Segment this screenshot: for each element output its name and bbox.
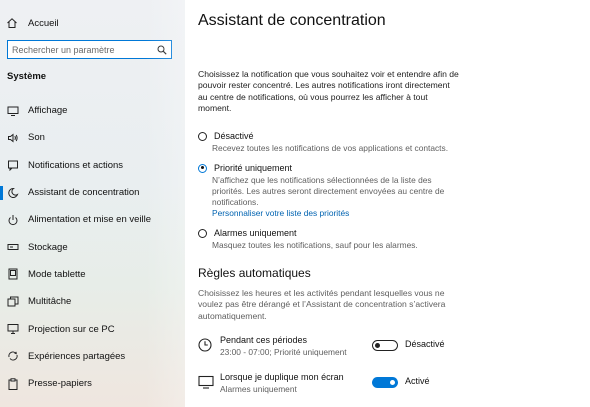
option-description: Recevez toutes les notifications de vos … xyxy=(212,143,449,153)
search-box[interactable] xyxy=(7,40,172,59)
automatic-rules-intro: Choisissez les heures et les activités p… xyxy=(198,288,446,321)
sidebar-item-storage[interactable]: Stockage xyxy=(0,233,185,260)
sidebar-item-notifications[interactable]: Notifications et actions xyxy=(0,152,185,179)
option-off[interactable]: Désactivé Recevez toutes les notificatio… xyxy=(198,131,457,154)
option-description: N’affichez que les notifications sélecti… xyxy=(212,175,445,207)
sidebar-nav: Affichage Son Notifications et actions A… xyxy=(0,97,185,397)
speaker-icon xyxy=(7,132,19,144)
rule-during-these-times[interactable]: Pendant ces périodes 23:00 - 07:00; Prio… xyxy=(198,335,578,361)
sidebar-item-label: Notifications et actions xyxy=(28,159,124,171)
sidebar-item-tablet-mode[interactable]: Mode tablette xyxy=(0,261,185,288)
power-icon xyxy=(7,214,19,226)
automatic-rules-heading: Règles automatiques xyxy=(198,266,311,280)
sidebar-item-focus-assist[interactable]: Assistant de concentration xyxy=(0,179,185,206)
home-nav-item[interactable]: Accueil xyxy=(6,13,59,33)
sidebar: Accueil Système Affichage Son xyxy=(0,0,185,407)
moon-icon xyxy=(7,187,19,199)
sidebar-section-title: Système xyxy=(7,71,47,82)
sidebar-item-sound[interactable]: Son xyxy=(0,124,185,151)
rule-duplicating-display[interactable]: Lorsque je duplique mon écran Alarmes un… xyxy=(198,372,578,398)
sidebar-item-label: Expériences partagées xyxy=(28,350,126,362)
rule-toggle-during-these-times[interactable] xyxy=(372,340,398,351)
sidebar-item-shared-experiences[interactable]: Expériences partagées xyxy=(0,343,185,370)
sidebar-item-projection[interactable]: Projection sur ce PC xyxy=(0,315,185,342)
rule-subtitle: Alarmes uniquement xyxy=(220,384,297,394)
rule-title: Lorsque je duplique mon écran xyxy=(220,372,344,382)
shared-experiences-icon xyxy=(7,350,19,362)
customize-priority-list-link[interactable]: Personnaliser votre liste des priorités xyxy=(212,208,457,219)
sidebar-item-clipboard[interactable]: Presse-papiers xyxy=(0,370,185,397)
home-icon xyxy=(7,18,17,28)
option-description: Masquez toutes les notifications, sauf p… xyxy=(212,240,418,250)
sidebar-item-label: Assistant de concentration xyxy=(28,187,140,199)
option-label: Priorité uniquement xyxy=(214,163,293,173)
storage-icon xyxy=(7,241,19,253)
page-title: Assistant de concentration xyxy=(198,12,386,29)
sidebar-item-multitasking[interactable]: Multitâche xyxy=(0,288,185,315)
radio-alarms-only[interactable] xyxy=(198,228,207,238)
option-priority-only[interactable]: Priorité uniquement N’affichez que les n… xyxy=(198,163,457,219)
search-input[interactable] xyxy=(8,42,153,57)
sidebar-item-label: Presse-papiers xyxy=(28,378,92,390)
radio-off[interactable] xyxy=(198,131,207,141)
clipboard-icon xyxy=(7,377,19,390)
rule-toggle-duplicating-display[interactable] xyxy=(372,377,398,388)
main-content: Assistant de concentration Choisissez la… xyxy=(185,0,590,407)
display-icon xyxy=(7,105,19,117)
monitor-icon xyxy=(198,375,214,394)
sidebar-item-label: Projection sur ce PC xyxy=(28,323,115,335)
home-label: Accueil xyxy=(28,17,59,29)
sidebar-item-label: Alimentation et mise en veille xyxy=(28,214,152,226)
toggle-state-label: Activé xyxy=(405,376,430,386)
sidebar-item-label: Mode tablette xyxy=(28,268,86,280)
sidebar-item-power[interactable]: Alimentation et mise en veille xyxy=(0,206,185,233)
tablet-icon xyxy=(7,268,19,280)
intro-text: Choisissez la notification que vous souh… xyxy=(198,69,459,113)
sidebar-item-label: Multitâche xyxy=(28,296,72,308)
sidebar-item-display[interactable]: Affichage xyxy=(0,97,185,124)
rule-title: Pendant ces périodes xyxy=(220,335,308,345)
scrollbar[interactable] xyxy=(586,0,590,407)
rule-subtitle: 23:00 - 07:00; Priorité uniquement xyxy=(220,347,347,357)
clock-icon xyxy=(198,338,212,357)
sidebar-item-label: Stockage xyxy=(28,241,68,253)
option-label: Désactivé xyxy=(214,131,254,141)
projection-icon xyxy=(7,323,19,335)
toggle-state-label: Désactivé xyxy=(405,339,445,349)
option-label: Alarmes uniquement xyxy=(214,228,297,238)
option-alarms-only[interactable]: Alarmes uniquement Masquez toutes les no… xyxy=(198,228,457,251)
sidebar-item-label: Affichage xyxy=(28,105,68,117)
search-icon[interactable] xyxy=(153,41,171,58)
toggle-knob xyxy=(390,380,395,385)
sidebar-item-label: Son xyxy=(28,132,45,144)
toggle-knob xyxy=(375,342,380,348)
notifications-icon xyxy=(7,159,19,172)
multitask-icon xyxy=(7,296,19,308)
radio-priority-only[interactable] xyxy=(198,163,207,173)
